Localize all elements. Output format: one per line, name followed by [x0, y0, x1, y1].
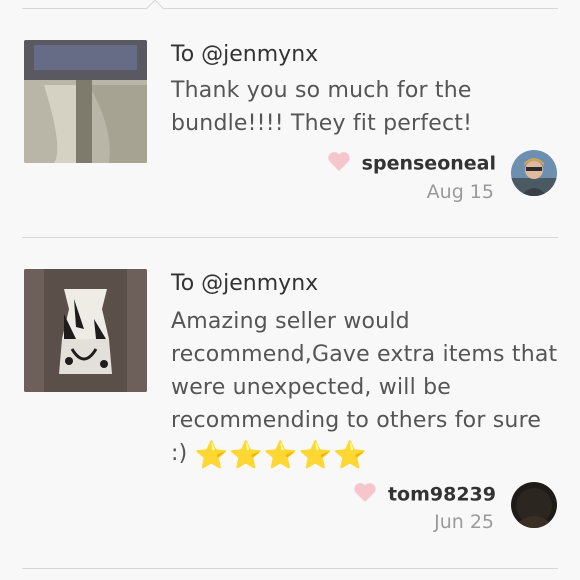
review-date: Jun 25 [434, 511, 494, 533]
heart-icon[interactable] [327, 151, 351, 176]
reviewer-row: tom98239 [353, 482, 496, 506]
reviewer-avatar[interactable] [511, 150, 557, 196]
divider-notch [146, 0, 164, 17]
stars-icon: ⭐⭐⭐⭐⭐ [194, 440, 368, 471]
review-date: Aug 15 [426, 181, 494, 203]
review-divider [22, 237, 558, 238]
reviewer-row: spenseoneal [327, 151, 496, 175]
product-thumbnail[interactable] [24, 40, 147, 163]
rating-stars: ⭐⭐⭐⭐⭐ [195, 439, 368, 474]
review-recipient: To @jenmynx [171, 271, 319, 296]
review-text: Amazing seller would recommend,Gave extr… [171, 305, 561, 474]
bottom-divider [22, 568, 558, 569]
reviewer-avatar[interactable] [511, 482, 557, 528]
top-divider [22, 8, 558, 9]
review-text: Thank you so much for the bundle!!!! The… [171, 74, 561, 140]
review-text-content: Thank you so much for the bundle!!!! The… [171, 78, 473, 136]
review-recipient: To @jenmynx [171, 42, 319, 67]
product-thumbnail[interactable] [24, 269, 147, 392]
heart-icon[interactable] [353, 482, 377, 507]
reviewer-username[interactable]: tom98239 [388, 484, 496, 506]
reviewer-username[interactable]: spenseoneal [362, 153, 496, 175]
